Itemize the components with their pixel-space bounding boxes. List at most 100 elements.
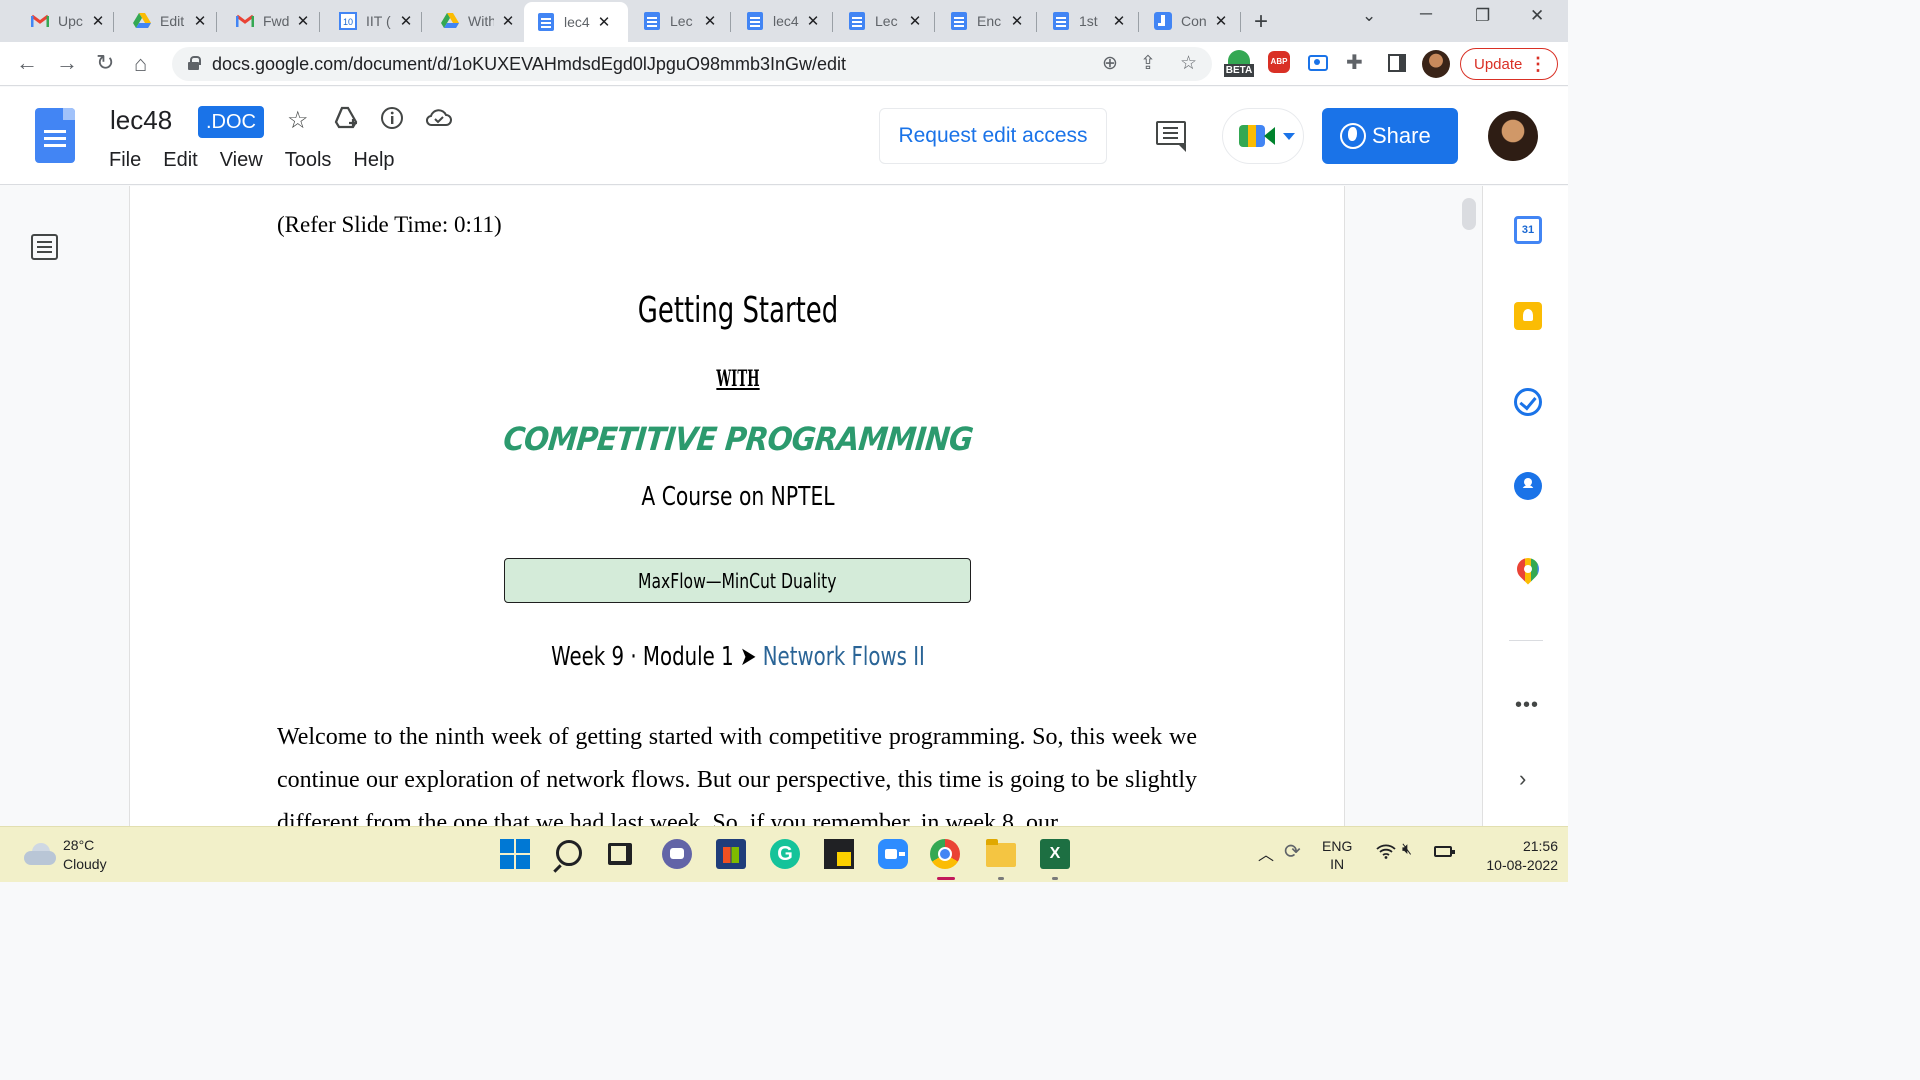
slide-brand-title: COMPETITIVE PROGRAMMING [501,420,975,458]
file-explorer-icon[interactable] [986,839,1016,867]
tab-search-chevron-icon[interactable]: ⌄ [1362,6,1376,26]
close-icon[interactable]: ✕ [1213,12,1229,30]
more-apps-icon[interactable]: ••• [1515,694,1539,717]
keep-icon[interactable] [1514,302,1542,330]
microsoft-store-icon[interactable] [716,839,746,869]
menu-edit[interactable]: Edit [163,149,197,172]
tab-docs-lec4[interactable]: lec4 ✕ [733,4,827,38]
close-icon[interactable]: ✕ [805,12,821,30]
document-page[interactable]: (Refer Slide Time: 0:11) Getting Started… [129,186,1345,826]
close-icon[interactable]: ✕ [1009,12,1025,30]
screen-capture-extension-icon[interactable] [1308,55,1328,71]
back-arrow-icon[interactable]: ← [16,50,38,76]
side-panel-icon[interactable] [1388,54,1406,72]
tab-jamboard-con[interactable]: Con ✕ [1141,4,1235,38]
star-icon[interactable]: ☆ [287,106,309,135]
close-icon[interactable]: ✕ [500,12,516,30]
docs-icon [1051,12,1071,30]
docs-icon [642,12,662,30]
address-bar[interactable]: docs.google.com/document/d/1oKUXEVAHmdsd… [172,47,1212,81]
wifi-icon[interactable] [1376,843,1396,863]
weather-description[interactable]: Cloudy [63,856,107,872]
reload-icon[interactable]: ↻ [96,50,114,76]
tab-docs-lec-2[interactable]: Lec ✕ [835,4,929,38]
document-title[interactable]: lec48 [110,105,172,136]
menu-file[interactable]: File [109,149,141,172]
close-icon[interactable]: ✕ [596,13,612,31]
close-icon[interactable]: ✕ [295,12,311,30]
update-button[interactable]: Update ⋮ [1460,48,1558,80]
account-avatar[interactable] [1488,111,1538,161]
cloud-saved-icon[interactable] [425,106,453,135]
teams-chat-icon[interactable] [662,839,692,869]
menu-help[interactable]: Help [353,149,394,172]
extensions-puzzle-icon[interactable]: ✚ [1346,50,1363,75]
weather-temperature[interactable]: 28°C [63,837,94,853]
close-icon[interactable]: ✕ [192,12,208,30]
update-label: Update [1474,55,1523,73]
contacts-icon[interactable] [1514,472,1542,500]
excel-icon[interactable]: X [1040,839,1070,869]
minimize-icon[interactable]: ─ [1420,4,1432,24]
comments-icon[interactable] [1156,121,1186,152]
sticky-notes-icon[interactable] [824,839,854,869]
share-button[interactable]: Share [1322,108,1458,164]
chrome-icon[interactable] [930,839,960,869]
grammarly-icon[interactable]: G [770,839,800,869]
add-to-drive-icon[interactable] [334,106,360,137]
zoom-icon[interactable] [878,839,908,869]
file-type-badge: .DOC [198,106,264,138]
tray-overflow-chevron-icon[interactable]: ︿ [1258,841,1274,865]
tab-lec48-active[interactable]: lec4 ✕ [524,2,628,42]
document-info-icon[interactable] [380,106,404,137]
scrollbar-thumb[interactable] [1462,198,1476,230]
forward-arrow-icon[interactable]: → [56,50,78,76]
close-icon[interactable]: ✕ [702,12,718,30]
close-icon[interactable]: ✕ [90,12,106,30]
request-edit-access-button[interactable]: Request edit access [879,108,1107,164]
new-tab-button[interactable]: + [1254,8,1268,36]
task-view-icon[interactable] [608,843,632,865]
tab-docs-enc[interactable]: Enc ✕ [937,4,1031,38]
zoom-icon[interactable]: ⊕ [1102,52,1118,75]
meet-button[interactable] [1222,108,1304,164]
search-icon[interactable] [556,840,582,866]
close-window-icon[interactable]: ✕ [1530,6,1544,26]
expand-panel-chevron-icon[interactable]: › [1519,766,1526,792]
document-outline-icon[interactable] [31,234,58,260]
tab-docs-1st[interactable]: 1st ✕ [1039,4,1133,38]
tab-docs-lec[interactable]: Lec ✕ [630,4,724,38]
tab-drive-with[interactable]: With ✕ [428,4,522,38]
sync-icon[interactable]: ⟳ [1284,839,1301,864]
docs-logo-icon[interactable] [35,108,75,163]
menu-dots-icon[interactable]: ⋮ [1529,53,1547,75]
lock-icon[interactable] [188,56,201,70]
tab-gmail-upc[interactable]: Upc ✕ [18,4,112,38]
volume-muted-icon[interactable]: 🔇︎ [1402,841,1412,859]
language-indicator[interactable]: ENG IN [1322,837,1352,873]
battery-charging-icon[interactable] [1434,846,1455,857]
close-icon[interactable]: ✕ [907,12,923,30]
menu-view[interactable]: View [220,149,263,172]
close-icon[interactable]: ✕ [1111,12,1127,30]
close-icon[interactable]: ✕ [398,12,414,30]
windows-start-icon[interactable] [500,839,530,869]
menu-tools[interactable]: Tools [285,149,332,172]
beta-extension-icon[interactable]: BETA [1224,50,1254,80]
system-clock[interactable]: 21:56 10-08-2022 [1462,837,1558,875]
tab-iit[interactable]: 10 IIT ( ✕ [326,4,420,38]
maps-icon[interactable] [1517,558,1539,586]
bookmark-star-icon[interactable]: ☆ [1180,52,1197,75]
share-page-icon[interactable]: ⇪ [1140,52,1156,75]
restore-icon[interactable]: ❐ [1475,6,1490,26]
cloud-weather-icon[interactable] [24,843,56,865]
meet-lens-icon [1264,127,1275,145]
tasks-icon[interactable] [1514,388,1542,416]
tab-drive-edit[interactable]: Edit ✕ [120,4,214,38]
calendar-icon[interactable]: 31 [1514,216,1542,244]
tab-gmail-fwd[interactable]: Fwd ✕ [223,4,317,38]
url-text[interactable]: docs.google.com/document/d/1oKUXEVAHmdsd… [212,54,846,75]
adblock-plus-icon[interactable]: ABP [1268,51,1290,73]
home-icon[interactable]: ⌂ [134,51,147,77]
profile-avatar-icon[interactable] [1422,50,1450,78]
